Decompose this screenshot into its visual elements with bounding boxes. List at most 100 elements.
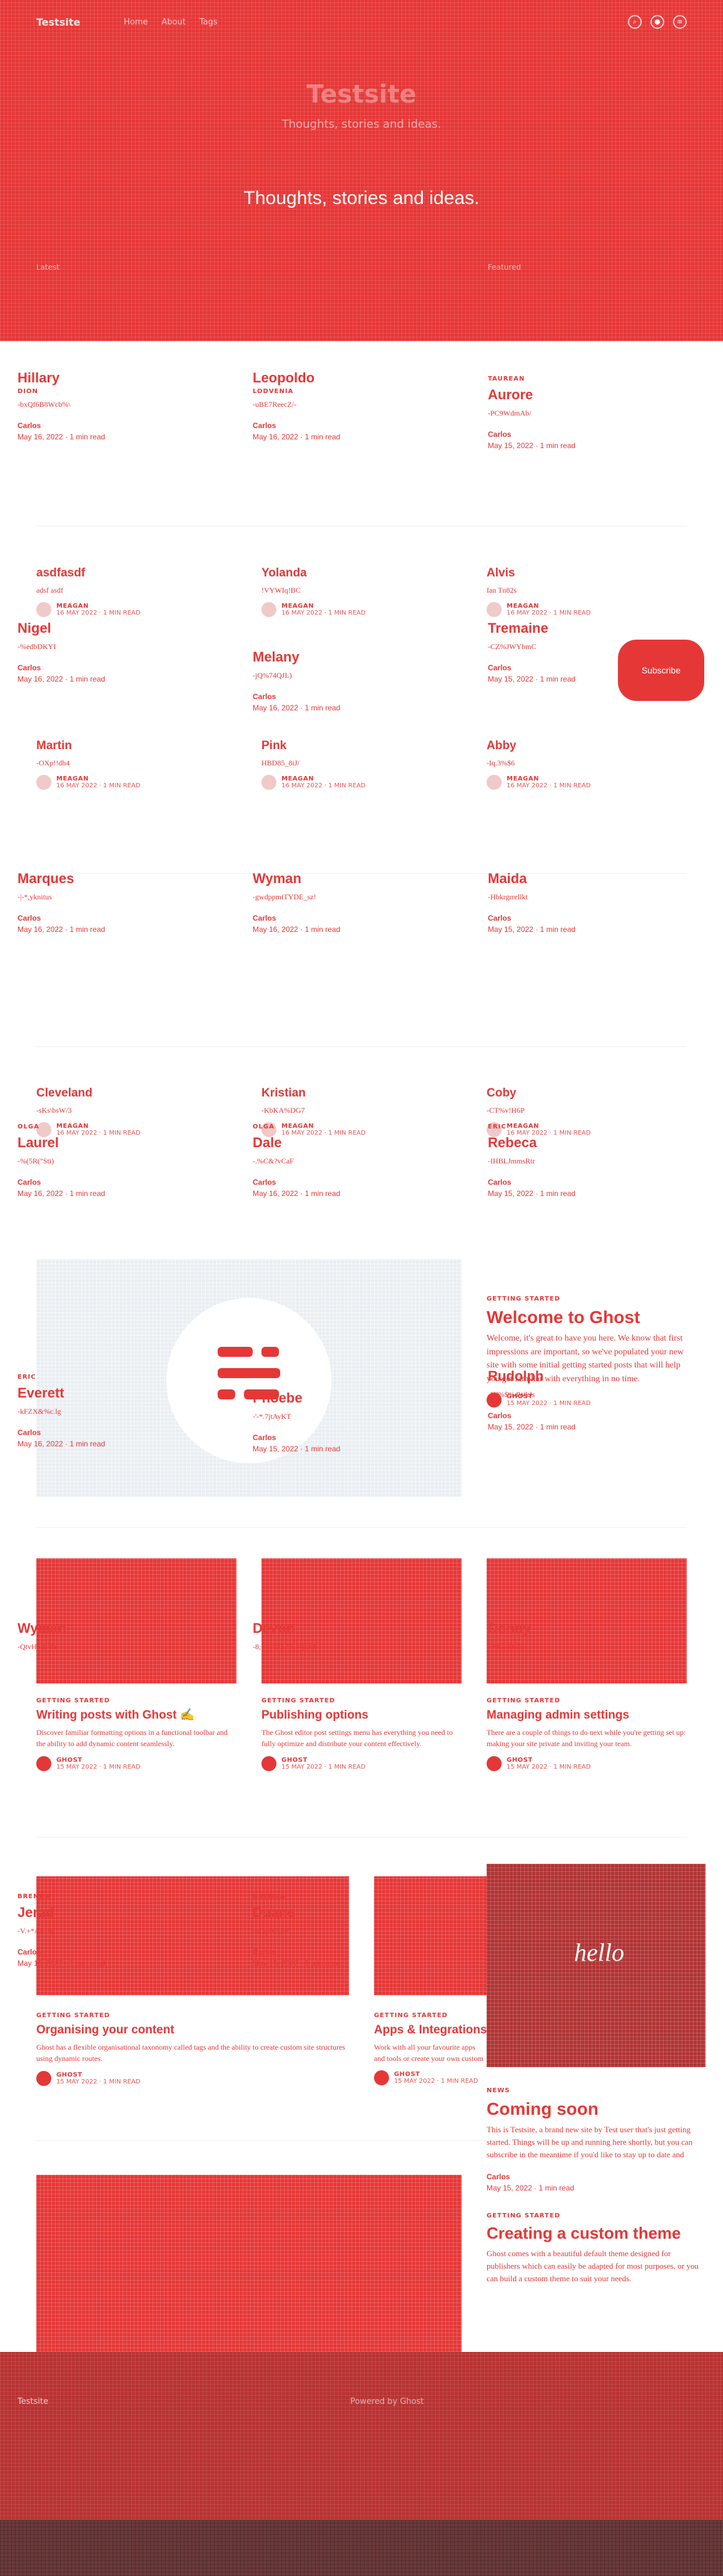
author-card[interactable]: OLGA Laurel -%(5R("Sti) Carlos May 16, 2…: [18, 1123, 230, 1198]
author-card[interactable]: BRENDA Jerad -V.+*AP1ep Carlos May 16, 2…: [18, 1893, 230, 1968]
nav-item-about[interactable]: About: [161, 18, 185, 27]
author-code: -QtvHbRRth: [18, 1642, 57, 1651]
author-card[interactable]: ERIC Everett -kFZX&%c.lg Carlos May 16, …: [18, 1374, 230, 1448]
featured-post-card[interactable]: GETTING STARTED Creating a custom theme …: [487, 2212, 699, 2285]
post-card[interactable]: GETTING STARTED Managing admin settings …: [487, 1697, 687, 1771]
post-card[interactable]: Abby -Iq.3%$6 MEAGAN 16 MAY 2022 · 1 MIN …: [487, 739, 674, 790]
nav-item-tags[interactable]: Tags: [200, 18, 218, 27]
author-by: Carlos: [18, 1428, 41, 1438]
avatar: [261, 1756, 276, 1771]
author-card[interactable]: Maida -Hbkrgrrellkt Carlos May 15, 2022 …: [488, 870, 700, 934]
author-by: Carlos: [253, 914, 276, 923]
author-card[interactable]: Melany -jQ%74QJL) Carlos May 16, 2022 · …: [253, 648, 465, 712]
author-card[interactable]: Devon -8;+7yRQ.Z&MjxNb: [253, 1620, 465, 1652]
hero-latest-label: Latest: [36, 263, 60, 272]
author-date: May 16, 2022 · 1 min read: [253, 432, 341, 442]
post-date: 16 MAY 2022 · 1 MIN READ: [281, 782, 366, 790]
author-date: May 15, 2022 · 1 min read: [488, 1189, 576, 1199]
author-code: -jQ%74QJL): [253, 670, 292, 680]
author-code: -%edbDKYI: [18, 641, 56, 651]
post-meta: MEAGAN 16 MAY 2022 · 1 MIN READ: [487, 602, 674, 618]
author-card[interactable]: Taurean Aurore -PC9WdmAb/ Carlos May 15,…: [488, 376, 700, 450]
footer-site-name[interactable]: Testsite: [18, 2397, 48, 2406]
author-card[interactable]: Wyman -QtvHbRRth: [18, 1620, 230, 1652]
author-by: Carlos: [253, 1178, 276, 1187]
post-card[interactable]: GETTING STARTED Organising your content …: [36, 2012, 349, 2086]
subscribe-button[interactable]: Subscribe: [618, 640, 704, 701]
post-author: MEAGAN: [507, 603, 539, 610]
post-card[interactable]: Alvis Ian Tn82s MEAGAN 16 MAY 2022 · 1 MI…: [487, 566, 674, 618]
avatar: [487, 775, 502, 790]
post-card[interactable]: Yolanda !VYWIq!BC MEAGAN 16 MAY 2022 · 1 …: [261, 566, 449, 618]
post-meta: MEAGAN 16 MAY 2022 · 1 MIN READ: [36, 602, 224, 618]
author-date: May 15, 2022 · 1 min read: [488, 925, 576, 934]
top-nav: Testsite Home About Tags ⌕ ● ≡: [36, 14, 687, 33]
author-code: -Hbkrgrrellkt: [488, 892, 528, 901]
post-tag: GETTING STARTED: [487, 2212, 560, 2219]
post-excerpt: -sKs\bsW/3: [36, 1105, 72, 1115]
avatar: [36, 1756, 51, 1771]
author-card[interactable]: ERIC Rebeca -IHBLJmmsRtr Carlos May 15, …: [488, 1123, 700, 1198]
search-icon[interactable]: ⌕: [628, 15, 642, 29]
hello-image[interactable]: hello: [487, 1864, 705, 2067]
avatar: [487, 1756, 502, 1771]
author-card[interactable]: OLGA Dale -.%C&?vCaF Carlos May 16, 2022…: [253, 1123, 465, 1198]
footer-bottom-bar: [0, 2520, 723, 2576]
footer-powered-by[interactable]: Powered by Ghost: [350, 2397, 424, 2406]
post-image[interactable]: [36, 2175, 462, 2352]
post-tag: GETTING STARTED: [36, 2012, 110, 2019]
author-date: May 15, 2022 · 1 min read: [488, 441, 576, 451]
post-title: Writing posts with Ghost ✍️: [36, 1709, 195, 1722]
author-card[interactable]: Rudolph -U]%$%dWkJs Carlos May 15, 2022 …: [488, 1367, 700, 1431]
author-by: Carlos: [488, 1178, 512, 1187]
post-card[interactable]: asdfasdf adsf asdf MEAGAN 16 MAY 2022 · 1…: [36, 566, 224, 618]
author-subname: Taurean: [488, 376, 525, 382]
account-icon[interactable]: ●: [650, 15, 664, 29]
post-date: 15 MAY 2022 · 1 MIN READ: [56, 2078, 141, 2085]
nav-item-home[interactable]: Home: [124, 18, 148, 27]
author-card[interactable]: Marques -|-*,yknitus Carlos May 16, 2022…: [18, 870, 230, 934]
site-logo[interactable]: Testsite: [36, 16, 80, 28]
post-card[interactable]: GETTING STARTED Publishing options The G…: [261, 1697, 462, 1771]
author-date: May 16, 2022 · 1 min read: [18, 675, 106, 684]
author-name: Devon: [253, 1620, 295, 1636]
author-code: -.%C&?vCaF: [253, 1156, 294, 1165]
post-card[interactable]: Pink HBD85_8iJ/ MEAGAN 16 MAY 2022 · 1 MI…: [261, 739, 449, 790]
avatar: [374, 2070, 389, 2085]
author-card[interactable]: Phoebe -'-*.7jtAyKT Carlos May 15, 2022 …: [253, 1389, 465, 1453]
featured-post-card[interactable]: NEWS Coming soon This is Testsite, a bra…: [487, 2087, 699, 2192]
post-card[interactable]: Martin -OXp!!dh4 MEAGAN 16 MAY 2022 · 1 M…: [36, 739, 224, 790]
post-title: Cleveland: [36, 1086, 93, 1100]
author-name: Nigel: [18, 620, 51, 636]
post-date: 15 MAY 2022 · 1 MIN READ: [281, 1763, 366, 1771]
author-card[interactable]: Tremaine -CZ%JWYbmC Carlos May 15, 2022 …: [488, 620, 613, 683]
author-by: Carlos: [18, 1948, 41, 1957]
menu-icon[interactable]: ≡: [673, 15, 687, 29]
post-excerpt: -KbKA%DG7: [261, 1105, 305, 1115]
post-card[interactable]: GETTING STARTED Writing posts with Ghost…: [36, 1697, 236, 1771]
post-excerpt: Ian Tn82s: [487, 585, 517, 595]
author-code: -bxQf6B8Wcb%\: [18, 399, 71, 409]
author-card[interactable]: Hillary Dion -bxQf6B8Wcb%\ Carlos May 16…: [18, 369, 230, 441]
post-excerpt: !VYWIq!BC: [261, 585, 301, 595]
hello-image-text: hello: [574, 1938, 624, 1966]
post-date: 15 MAY 2022 · 1 MIN READ: [394, 2077, 478, 2085]
author-card[interactable]: Leopoldo Lodvenia -uBE7ReecZ/- Carlos Ma…: [253, 369, 465, 441]
author-tag: OLGA: [253, 1123, 275, 1130]
author-card[interactable]: Nigel -%edbDKYI Carlos May 16, 2022 · 1 …: [18, 620, 230, 683]
post-excerpt: Work with all your favourite apps and to…: [374, 2042, 483, 2063]
author-name: Tremaine: [488, 620, 549, 636]
post-date: 15 MAY 2022 · 1 MIN READ: [56, 1763, 141, 1771]
author-card[interactable]: BRENDA Duane -oUgs+Y6P Carlos May 16, 20…: [253, 1893, 465, 1968]
hero-tagline: Thoughts, stories and ideas.: [243, 188, 480, 208]
post-title: Yolanda: [261, 566, 307, 580]
author-card[interactable]: Donny -Wty;cD5Sy: [488, 1620, 700, 1652]
author-card[interactable]: Wyman -gwdppmtTYDE_sz! Carlos May 16, 20…: [253, 870, 465, 934]
post-meta: MEAGAN 16 MAY 2022 · 1 MIN READ: [261, 775, 449, 790]
author-tag: BRENDA: [18, 1893, 51, 1900]
post-date: 16 MAY 2022 · 1 MIN READ: [507, 782, 591, 790]
author-name: Marques: [18, 871, 74, 886]
post-excerpt: Discover familiar formatting options in …: [36, 1727, 228, 1749]
post-card[interactable]: GETTING STARTED Apps & Integrations Work…: [374, 2012, 487, 2085]
author-code: -gwdppmtTYDE_sz!: [253, 892, 316, 901]
